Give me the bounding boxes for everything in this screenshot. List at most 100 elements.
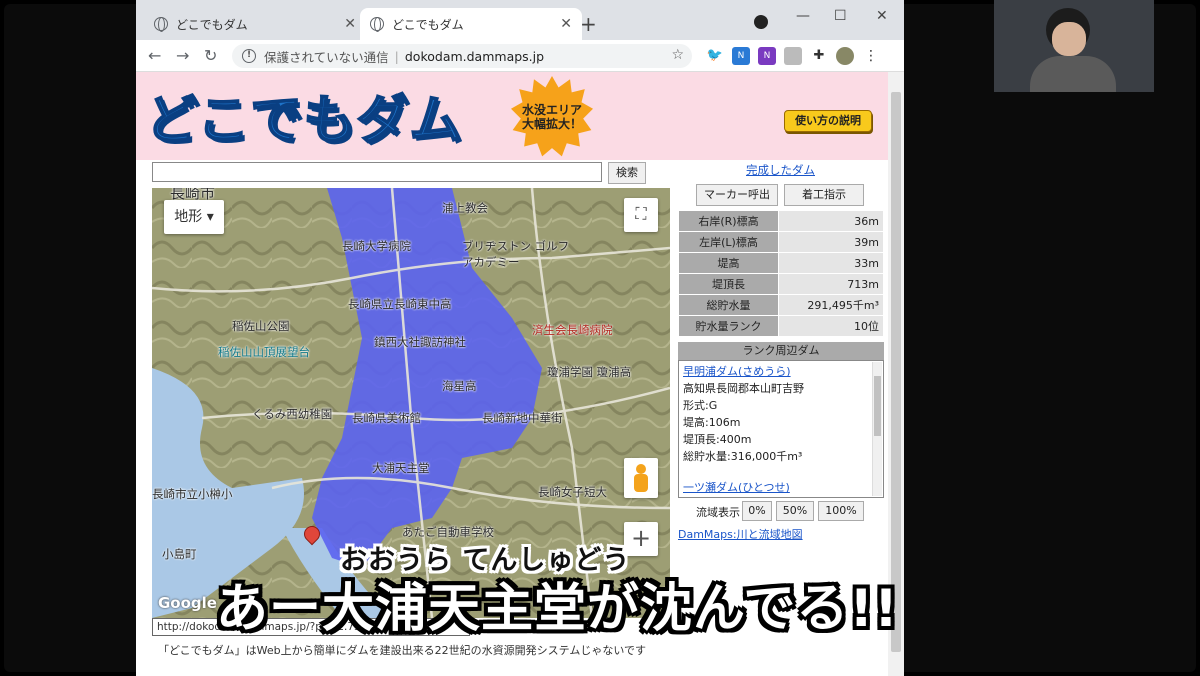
subtitle-caption: あー大浦天主堂が沈んでる!! [216,579,899,639]
back-icon[interactable]: ← [148,46,161,65]
map-label-island: 小島町 [162,547,197,561]
table-row: 堤高 33m [678,252,884,274]
footer-text: 「どこでもダム」はWeb上から簡単にダムを建設出来る22世紀の水資源開発システム… [158,644,646,657]
map-label-saiseikai: 済生会長崎病院 [532,323,613,337]
rank-dam-volume: 総貯水量:316,000千m³ [683,450,803,463]
ratio-100-button[interactable]: 100% [818,501,864,521]
stat-key: 貯水量ランク [678,315,779,337]
webcam-overlay [994,0,1154,92]
map-label-hospital: 長崎大学病院 [342,239,411,253]
profile-menu-icon[interactable] [754,15,768,29]
ratio-label: 流域表示 [696,506,740,519]
stat-value: 291,495千m³ [778,294,884,316]
tab-1-label: どこでもダム [176,17,248,32]
extension-icon[interactable] [784,47,802,65]
rank-dam-link[interactable]: 早明浦ダム(さめうら) [683,363,879,380]
site-header: どこでもダム 水没エリア 大幅拡大！ 使い方の説明 [136,72,888,160]
onenote-extension-icon[interactable]: N [758,47,776,65]
tab-2-label: どこでもダム [392,17,464,32]
map-label-kaisei: 海星高 [442,379,477,393]
stat-value: 39m [778,231,884,253]
marker-call-button[interactable]: マーカー呼出 [696,184,778,206]
close-icon[interactable]: ✕ [344,16,356,32]
table-row: 総貯水量 291,495千m³ [678,294,884,316]
pegman-icon[interactable] [624,458,658,498]
map-label-girls: 長崎女子短大 [538,485,607,499]
map-label-observatory: 稲佐山山頂展望台 [218,345,310,359]
new-extension-icon[interactable]: N [732,47,750,65]
tab-2[interactable]: どこでもダム ✕ [360,8,582,40]
map-label-museum: 長崎県美術館 [352,411,421,425]
window-close-icon[interactable]: ✕ [876,8,888,24]
complete-dam-link[interactable]: 完成したダム [746,162,815,178]
burst-line-2: 大幅拡大！ [521,117,582,131]
map-label-school: 長崎県立長崎東中高 [348,297,452,311]
table-row: 左岸(L)標高 39m [678,231,884,253]
scroll-thumb[interactable] [874,376,881,436]
rank-scrollbar[interactable] [872,362,882,496]
url-text: dokodam.dammaps.jp [404,48,545,64]
map-label-kurumi: くるみ西幼稚園 [252,407,333,421]
map-label-meiji: 瓊浦学園 瓊浦高 [547,365,632,379]
howto-button[interactable]: 使い方の説明 [784,110,872,132]
reload-icon[interactable]: ↻ [204,46,217,65]
menu-icon[interactable]: ⋮ [862,47,880,65]
globe-icon [370,17,384,32]
map-label-park: 稲佐山公園 [232,319,290,333]
stat-value: 10位 [778,315,884,337]
map-label-shrine: 鎮西大社諏訪神社 [374,335,466,349]
separator: | [394,48,399,64]
fullscreen-icon[interactable]: ⛶ [624,198,658,232]
tab-1[interactable]: どこでもダム ✕ [144,8,366,40]
table-row: 堤頂長 713m [678,273,884,295]
bookmark-star-icon[interactable]: ☆ [671,47,684,63]
forward-icon[interactable]: → [176,46,189,65]
stats-table: 右岸(R)標高 36m 左岸(L)標高 39m 堤高 33m 堤頂長 713m 総貯水量… [678,210,884,337]
map-label-church: 浦上教会 [442,201,488,215]
avatar[interactable] [836,47,854,65]
table-row: 右岸(R)標高 36m [678,210,884,232]
rank-next-dam-link[interactable]: 一ツ瀬ダム(ひとつせ) [683,479,879,496]
stat-key: 右岸(R)標高 [678,210,779,232]
puzzle-icon[interactable]: ✚ [810,47,828,65]
site-logo: どこでもダム [145,90,463,152]
promo-starburst: 水没エリア 大幅拡大！ [511,76,593,157]
minimize-icon[interactable]: — [796,8,810,24]
table-row: 貯水量ランク 10位 [678,315,884,337]
start-construction-button[interactable]: 着工指示 [784,184,864,206]
close-icon[interactable]: ✕ [560,16,572,32]
ratio-50-button[interactable]: 50% [776,501,814,521]
rank-list[interactable]: 早明浦ダム(さめうら) 高知県長岡郡本山町吉野 形式:G 堤高:106m 堤頂長… [678,360,884,498]
tab-strip: どこでもダム ✕ どこでもダム ✕ + — ☐ ✕ [136,0,904,40]
rank-dam-height: 堤高:106m [683,416,741,429]
maximize-icon[interactable]: ☐ [834,8,847,24]
security-label: 保護されていない通信 [264,49,389,65]
stat-key: 堤高 [678,252,779,274]
stat-value: 33m [778,252,884,274]
map-label-golf: ブリヂストン ゴルフアカデミー [462,239,570,269]
rank-dam-type: 形式:G [683,399,718,412]
rank-header: ランク周辺ダム [678,342,884,360]
map-label-chinatown: 長崎新地中華街 [482,411,563,425]
warning-icon: ! [242,49,256,63]
stat-key: 堤頂長 [678,273,779,295]
dammaps-link[interactable]: DamMaps:川と流域地図 [678,526,803,542]
ratio-0-button[interactable]: 0% [742,501,772,521]
map-type-button[interactable]: 地形 ▾ [164,200,224,234]
person-body [1030,56,1116,92]
search-input[interactable] [152,162,602,182]
search-button[interactable]: 検索 [608,162,646,184]
twitter-extension-icon[interactable]: 🐦 [706,47,724,65]
address-bar[interactable]: ! 保護されていない通信 | dokodam.dammaps.jp ☆ [232,44,692,68]
stat-value: 36m [778,210,884,232]
new-tab-icon[interactable]: + [580,12,597,36]
globe-icon [154,17,168,32]
stat-value: 713m [778,273,884,295]
rank-dam-length: 堤頂長:400m [683,433,752,446]
map-type-label: 地形 [174,209,203,225]
map-label-kobiki: 長崎市立小榊小 [152,487,233,501]
google-logo: Google [158,594,217,612]
stat-key: 左岸(L)標高 [678,231,779,253]
stat-key: 総貯水量 [678,294,779,316]
